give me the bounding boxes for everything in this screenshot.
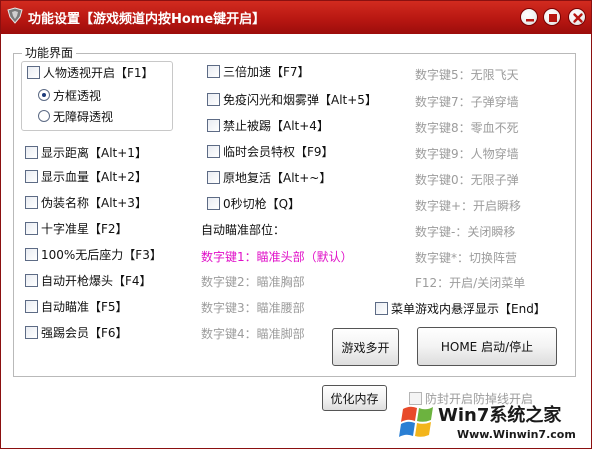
maximize-icon [549, 14, 557, 22]
minimize-icon [526, 19, 534, 22]
window-title: 功能设置【游戏频道内按Home键开启】 [28, 12, 266, 27]
no-flash-smoke-checkbox[interactable]: 免疫闪光和烟雾弹【Alt+5】 [207, 91, 377, 107]
free-perspective-radio[interactable]: 无障碍透视 [38, 108, 113, 124]
key-star-info: 数字键*：切换阵营 [415, 250, 518, 265]
auto-aim-checkbox[interactable]: 自动瞄准【F5】 [25, 298, 128, 314]
kick-member-checkbox[interactable]: 强踢会员【F6】 [25, 324, 128, 340]
multi-open-button[interactable]: 游戏多开 [332, 328, 399, 366]
respawn-in-place-label: 原地复活【Alt+~】 [223, 170, 332, 185]
optimize-memory-button[interactable]: 优化内存 [322, 385, 387, 411]
float-display-checkbox[interactable]: 菜单游戏内悬浮显示【End】 [375, 300, 546, 316]
title-bar[interactable]: 功能设置【游戏频道内按Home键开启】 [1, 1, 591, 34]
zero-switch-checkbox[interactable]: 0秒切枪【Q】 [207, 195, 300, 211]
key-minus-info: 数字键-：关闭瞬移 [415, 224, 516, 239]
respawn-in-place-checkbox[interactable]: 原地复活【Alt+~】 [207, 169, 331, 185]
perspective-label: 人物透视开启【F1】 [43, 65, 154, 80]
watermark-title: Win7系统之家 [438, 405, 562, 426]
kick-member-label: 强踢会员【F6】 [41, 325, 128, 340]
windows-logo-icon [399, 406, 433, 437]
aim-chest-text: 数字键2：瞄准胸部 [201, 274, 305, 289]
auto-headshot-checkbox[interactable]: 自动开枪爆头【F4】 [25, 272, 152, 288]
crosshair-label: 十字准星【F2】 [41, 221, 128, 236]
box-perspective-radio[interactable]: 方框透视 [38, 87, 101, 103]
triple-speed-label: 三倍加速【F7】 [223, 64, 310, 79]
no-flash-smoke-label: 免疫闪光和烟雾弹【Alt+5】 [223, 92, 377, 107]
triple-speed-checkbox[interactable]: 三倍加速【F7】 [207, 63, 310, 79]
key0-info: 数字键0：无限子弹 [415, 172, 519, 187]
auto-aim-label: 自动瞄准【F5】 [41, 299, 128, 314]
no-kick-checkbox[interactable]: 禁止被踢【Alt+4】 [207, 117, 329, 133]
show-distance-checkbox[interactable]: 显示距离【Alt+1】 [25, 144, 147, 160]
disguise-name-checkbox[interactable]: 伪装名称【Alt+3】 [25, 194, 147, 210]
show-distance-label: 显示距离【Alt+1】 [41, 145, 147, 160]
aim-waist-text: 数字键3：瞄准腰部 [201, 300, 305, 315]
watermark: Win7系统之家 Www.Winwin7.com [397, 399, 591, 448]
key9-info: 数字键9：人物穿墙 [415, 146, 519, 161]
show-hp-label: 显示血量【Alt+2】 [41, 169, 147, 184]
show-hp-checkbox[interactable]: 显示血量【Alt+2】 [25, 168, 147, 184]
key5-info: 数字键5：无限飞天 [415, 67, 519, 82]
crosshair-checkbox[interactable]: 十字准星【F2】 [25, 220, 128, 236]
aim-head-text: 数字键1：瞄准头部（默认） [201, 249, 353, 264]
zero-switch-label: 0秒切枪【Q】 [223, 196, 301, 211]
watermark-url: Www.Winwin7.com [457, 428, 576, 441]
box-perspective-label: 方框透视 [53, 88, 102, 103]
temp-vip-label: 临时会员特权【F9】 [223, 144, 334, 159]
close-button[interactable] [568, 8, 586, 26]
home-toggle-button[interactable]: HOME 启动/停止 [417, 327, 557, 366]
no-recoil-checkbox[interactable]: 100%无后座力【F3】 [25, 246, 162, 262]
minimize-button[interactable] [520, 8, 538, 26]
close-icon [573, 13, 583, 23]
aim-part-label: 自动瞄准部位： [201, 222, 286, 237]
no-kick-label: 禁止被踢【Alt+4】 [223, 118, 329, 133]
free-perspective-label: 无障碍透视 [53, 109, 114, 124]
maximize-button[interactable] [543, 8, 561, 26]
key-plus-info: 数字键+：开启瞬移 [415, 198, 522, 213]
temp-vip-checkbox[interactable]: 临时会员特权【F9】 [207, 143, 334, 159]
f12-info: F12：开启/关闭菜单 [415, 275, 526, 290]
aim-feet-text: 数字键4：瞄准脚部 [201, 326, 305, 341]
perspective-checkbox[interactable]: 人物透视开启【F1】 [27, 64, 154, 80]
key7-info: 数字键7：子弹穿墙 [415, 94, 519, 109]
key8-info: 数字键8：零血不死 [415, 120, 519, 135]
app-logo-icon [7, 7, 23, 24]
auto-headshot-label: 自动开枪爆头【F4】 [41, 273, 152, 288]
float-display-label: 菜单游戏内悬浮显示【End】 [391, 301, 546, 316]
group-box-title: 功能界面 [22, 44, 77, 61]
no-recoil-label: 100%无后座力【F3】 [41, 247, 162, 262]
app-window: 功能设置【游戏频道内按Home键开启】 功能界面 人物透视开启【F1】 方框透视… [0, 0, 592, 449]
disguise-name-label: 伪装名称【Alt+3】 [41, 195, 147, 210]
